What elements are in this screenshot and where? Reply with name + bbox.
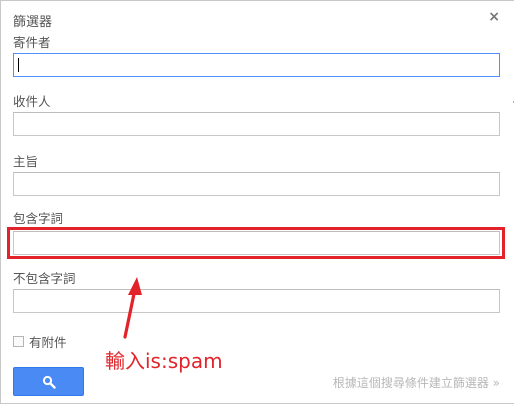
magnifier-icon	[42, 375, 56, 389]
annotation-text: 輸入is:spam	[105, 349, 223, 373]
to-field[interactable]	[13, 112, 500, 136]
not-words-field[interactable]	[13, 289, 500, 313]
text-caret	[18, 58, 19, 72]
to-label: 收件人	[13, 94, 51, 109]
annotation-arrow	[123, 277, 142, 339]
dialog-title: 篩選器	[13, 15, 53, 30]
has-words-label: 包含字詞	[13, 211, 64, 226]
close-icon[interactable]: ×	[488, 9, 500, 25]
subject-label: 主旨	[13, 154, 39, 169]
has-attachment-label: 有附件	[29, 335, 67, 350]
subject-field[interactable]	[13, 172, 500, 196]
create-filter-link[interactable]: 根據這個搜尋條件建立篩選器 »	[333, 374, 500, 391]
from-label: 寄件者	[13, 35, 51, 50]
highlight-box	[7, 227, 505, 259]
from-field[interactable]	[13, 53, 500, 77]
has-attachment-option[interactable]: 有附件	[13, 332, 67, 351]
not-words-label: 不包含字詞	[13, 271, 76, 286]
filter-dialog: 篩選器 × 寄件者 收件人 主旨 包含字詞 不包含字詞 有附件 根據這個搜尋條件…	[0, 0, 514, 404]
has-attachment-checkbox[interactable]	[13, 336, 24, 347]
search-button[interactable]	[13, 367, 84, 396]
